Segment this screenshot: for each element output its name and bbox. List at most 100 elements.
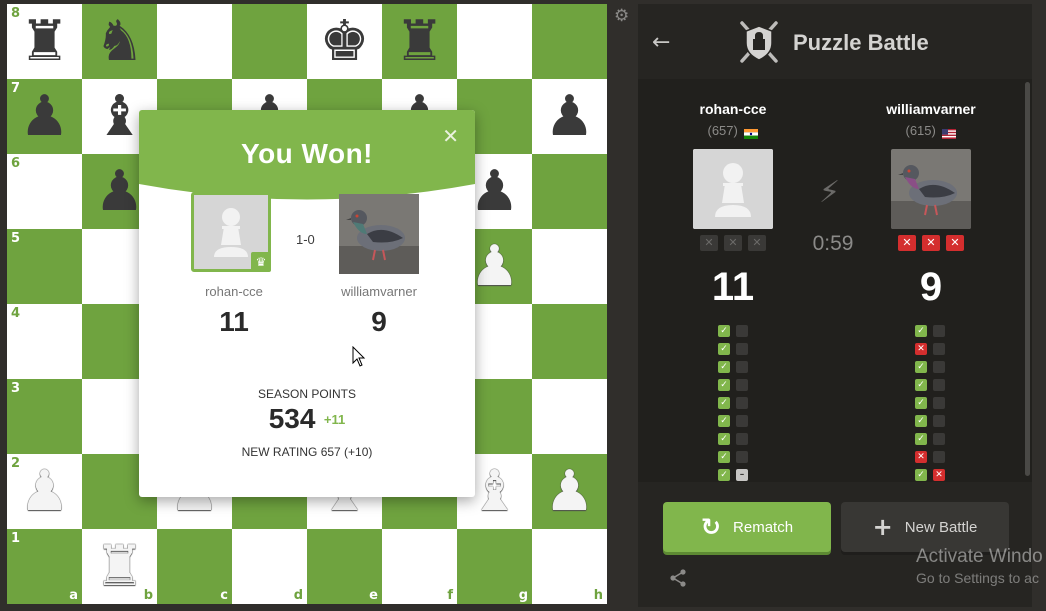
usa-flag-icon (942, 127, 957, 139)
panel-footer: ↻ Rematch + New Battle (638, 482, 1032, 607)
lightning-icon: ⚡ (819, 175, 841, 210)
square-a7[interactable]: 7 ♟ (7, 79, 82, 154)
result-row: ✓ (718, 448, 748, 466)
battle-timer: 0:59 (812, 232, 854, 255)
result-fail-icon: ✕ (915, 343, 927, 355)
activate-windows-subtext: Go to Settings to ac (916, 570, 1039, 586)
square-h4[interactable] (532, 304, 607, 379)
player-score: 11 (219, 306, 249, 337)
season-points-delta: +11 (323, 411, 346, 427)
strike-empty-icon: ✕ (748, 235, 766, 251)
square-h3[interactable] (532, 379, 607, 454)
result-ok-icon: ✓ (915, 415, 927, 427)
result-ok-icon: ✓ (915, 325, 927, 337)
result-ok-icon: ✓ (718, 325, 730, 337)
white-rook-piece[interactable]: ♜ (82, 529, 157, 604)
square-a6[interactable]: 6 (7, 154, 82, 229)
black-rook-piece[interactable]: ♜ (7, 4, 82, 79)
season-points: 534 +11 (139, 403, 475, 435)
result-row: ✓ (718, 358, 748, 376)
opponent-avatar (339, 194, 419, 274)
result-empty-icon (736, 379, 748, 391)
player-name: rohan-cce (205, 284, 263, 299)
file-label: e (369, 588, 378, 603)
black-rook-piece[interactable]: ♜ (382, 4, 457, 79)
result-empty-icon (736, 451, 748, 463)
back-arrow-icon[interactable]: ← (652, 30, 670, 55)
scrollbar[interactable] (1025, 82, 1030, 476)
result-ok-icon: ✓ (718, 397, 730, 409)
black-king-piece[interactable]: ♚ (307, 4, 382, 79)
square-h1[interactable]: h (532, 529, 607, 604)
square-a2[interactable]: 2 ♟ (7, 454, 82, 529)
result-ok-icon: ✓ (718, 433, 730, 445)
square-b8[interactable]: ♞ (82, 4, 157, 79)
opponent-puzzle-results: ✓✕✓✓✓✓✓✕✓✕✓✓ (915, 322, 945, 482)
square-c1[interactable]: c (157, 529, 232, 604)
result-row: ✕ (915, 340, 945, 358)
square-d8[interactable] (232, 4, 307, 79)
file-label: g (518, 588, 528, 603)
square-f1[interactable]: f (382, 529, 457, 604)
square-c8[interactable] (157, 4, 232, 79)
square-h7[interactable]: ♟ (532, 79, 607, 154)
square-e8[interactable]: ♚ (307, 4, 382, 79)
opponent-score: 9 (371, 306, 387, 337)
battle-scoreboard: rohan-cce (657) williamvarner (615) ✕ ✕ … (638, 79, 1032, 482)
file-label: h (593, 588, 603, 603)
white-pawn-piece[interactable]: ♟ (532, 454, 607, 529)
result-ok-icon: ✓ (915, 433, 927, 445)
plus-icon: + (872, 513, 893, 541)
square-f8[interactable]: ♜ (382, 4, 457, 79)
close-icon[interactable]: ✕ (442, 124, 459, 148)
square-h6[interactable] (532, 154, 607, 229)
square-a4[interactable]: 4 (7, 304, 82, 379)
result-ok-icon: ✓ (718, 379, 730, 391)
white-pawn-piece[interactable]: ♟ (7, 454, 82, 529)
square-d1[interactable]: d (232, 529, 307, 604)
black-pawn-piece[interactable]: ♟ (532, 79, 607, 154)
share-icon[interactable] (668, 568, 688, 588)
file-label: f (447, 588, 453, 603)
result-row: ✕ (915, 448, 945, 466)
result-fail-icon: ✕ (933, 469, 945, 481)
result-empty-icon (933, 433, 945, 445)
battle-shield-icon (740, 21, 778, 63)
square-e1[interactable]: e (307, 529, 382, 604)
square-a8[interactable]: 8 ♜ (7, 4, 82, 79)
result-empty-icon (736, 433, 748, 445)
rematch-button[interactable]: ↻ Rematch (663, 502, 831, 552)
square-h8[interactable] (532, 4, 607, 79)
gear-icon[interactable]: ⚙ (614, 6, 629, 26)
result-ok-icon: ✓ (915, 379, 927, 391)
square-g1[interactable]: g (457, 529, 532, 604)
season-points-label: SEASON POINTS (257, 387, 357, 401)
square-h5[interactable] (532, 229, 607, 304)
result-fail-icon: ✕ (915, 451, 927, 463)
result-row: ✓ – (718, 466, 748, 482)
square-g8[interactable] (457, 4, 532, 79)
black-knight-piece[interactable]: ♞ (82, 4, 157, 79)
crown-icon: ♛ (251, 252, 271, 272)
strike-empty-icon: ✕ (700, 235, 718, 251)
square-b1[interactable]: b ♜ (82, 529, 157, 604)
panel-title: Puzzle Battle (793, 30, 929, 55)
square-h2[interactable]: ♟ (532, 454, 607, 529)
black-pawn-piece[interactable]: ♟ (7, 79, 82, 154)
square-a5[interactable]: 5 (7, 229, 82, 304)
result-ok-icon: ✓ (915, 397, 927, 409)
result-ok-icon: ✓ (718, 343, 730, 355)
new-battle-button[interactable]: + New Battle (841, 502, 1009, 552)
result-modal: You Won! ✕ ♛ 1-0 rohan-cce williamvarner… (139, 110, 475, 497)
strike-empty-icon: ✕ (724, 235, 742, 251)
square-a3[interactable]: 3 (7, 379, 82, 454)
result-empty-icon (933, 361, 945, 373)
result-skip-icon: – (736, 469, 748, 481)
rank-label: 6 (11, 156, 21, 171)
player-avatar (693, 149, 773, 229)
square-a1[interactable]: 1a (7, 529, 82, 604)
player-strikes: ✕ ✕ ✕ (693, 235, 773, 251)
result-ok-icon: ✓ (915, 361, 927, 373)
rank-label: 4 (11, 306, 21, 321)
rank-label: 3 (11, 381, 21, 396)
